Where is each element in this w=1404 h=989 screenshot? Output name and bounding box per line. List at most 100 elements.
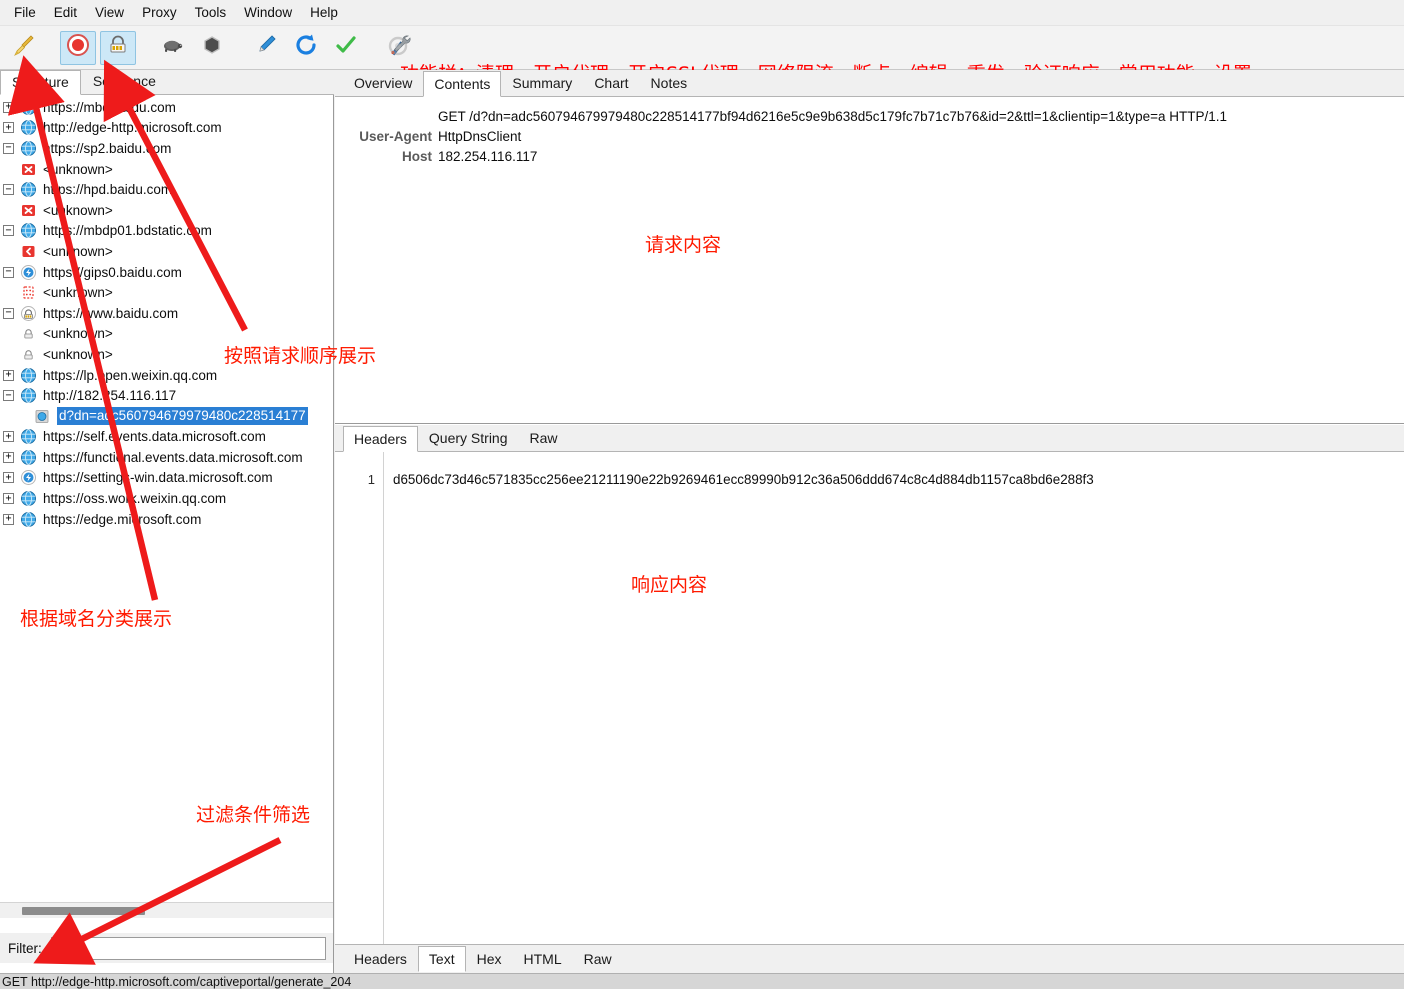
bolt-icon — [20, 264, 37, 281]
line-number-gutter: 1 — [335, 452, 384, 944]
expander-icon[interactable]: + — [3, 101, 14, 113]
tree-row[interactable]: <unknown> — [0, 282, 333, 303]
expander-icon[interactable]: + — [3, 513, 14, 525]
tree-row-label: <unknown> — [43, 161, 113, 177]
lock-small-icon — [20, 346, 37, 363]
error-x-icon — [20, 202, 37, 219]
filter-row: Filter: — [0, 933, 333, 963]
tree-row[interactable]: <unknown> — [0, 241, 333, 262]
globe-icon — [20, 119, 37, 136]
tree-row-label: https://sp2.baidu.com — [43, 140, 172, 156]
tree-row-label: https://edge.microsoft.com — [43, 511, 202, 527]
expander-icon[interactable]: + — [3, 493, 14, 505]
tree-row[interactable]: + https://oss.work.weixin.qq.com — [0, 488, 333, 509]
expander-icon[interactable]: + — [3, 122, 14, 134]
tree-row-label: <unknown> — [43, 346, 113, 362]
tab-structure[interactable]: Structure — [0, 70, 81, 95]
globe-icon — [20, 511, 37, 528]
tree-row[interactable]: − https://sp2.baidu.com — [0, 138, 333, 159]
sequence-annotation-label: 按照请求顺序展示 — [224, 345, 377, 367]
ssl-proxy-button[interactable] — [100, 30, 136, 65]
clear-button[interactable] — [6, 31, 42, 65]
tree-row-label: https://www.baidu.com — [43, 305, 179, 321]
tree-row[interactable]: + https://settings-win.data.microsoft.co… — [0, 468, 333, 489]
compose-button[interactable] — [248, 31, 284, 65]
expander-icon[interactable]: − — [3, 142, 14, 154]
repeat-button[interactable] — [288, 31, 324, 65]
expander-icon[interactable]: + — [3, 369, 14, 381]
header-row-user-agent: User-Agent HttpDnsClient — [335, 127, 1404, 147]
structure-annotation-label: 根据域名分类展示 — [20, 608, 173, 630]
response-body-pane: 1 d6506dc73d46c571835cc256ee21211190e22b… — [335, 452, 1404, 944]
menu-file[interactable]: File — [5, 2, 45, 23]
header-key: User-Agent — [359, 129, 432, 144]
globe-icon — [20, 449, 37, 466]
tree-row[interactable]: <unknown> — [0, 159, 333, 180]
throttle-button[interactable] — [154, 31, 190, 65]
globe-icon — [20, 367, 37, 384]
tab-sequence[interactable]: Sequence — [81, 69, 168, 94]
tree-row[interactable]: − https://hpd.baidu.com — [0, 179, 333, 200]
tree-row-selected[interactable]: d?dn=adc560794679979480c228514177 — [0, 406, 333, 427]
tree-row[interactable]: + https://edge.microsoft.com — [0, 509, 333, 530]
session-tree[interactable]: + https://mbd.baidu.com + http://edge-ht… — [0, 95, 333, 975]
record-button[interactable] — [60, 30, 96, 65]
header-value: HttpDnsClient — [438, 129, 522, 144]
tree-row[interactable]: − https://www.baidu.com — [0, 303, 333, 324]
tree-row-label: <unknown> — [43, 285, 113, 301]
menu-edit[interactable]: Edit — [45, 2, 86, 23]
tree-row[interactable]: + https://mbd.baidu.com — [0, 97, 333, 118]
tab-overview[interactable]: Overview — [343, 70, 423, 96]
expander-icon[interactable]: − — [3, 184, 14, 196]
right-panel: Overview Contents Summary Chart Notes GE… — [335, 70, 1404, 973]
tab-query-string[interactable]: Query String — [418, 425, 519, 451]
scrollbar-thumb[interactable] — [22, 907, 145, 915]
tab-raw[interactable]: Raw — [519, 425, 569, 451]
tab-contents[interactable]: Contents — [423, 71, 502, 97]
header-value: 182.254.116.117 — [438, 149, 538, 164]
expander-icon[interactable]: − — [3, 266, 14, 278]
filter-input[interactable] — [50, 936, 326, 960]
request-content-annotation: 请求内容 — [645, 234, 722, 256]
menu-tools[interactable]: Tools — [186, 2, 236, 23]
expander-icon[interactable]: − — [3, 225, 14, 237]
menu-bar: File Edit View Proxy Tools Window Help — [0, 0, 1404, 26]
tab-summary[interactable]: Summary — [501, 70, 583, 96]
tab-chart[interactable]: Chart — [583, 70, 639, 96]
tab-body-html[interactable]: HTML — [513, 946, 573, 972]
tree-row[interactable]: + https://functional.events.data.microso… — [0, 447, 333, 468]
tree-row[interactable]: − http://182.254.116.117 — [0, 385, 333, 406]
tree-row[interactable]: − https://mbdp01.bdstatic.com — [0, 221, 333, 242]
expander-icon[interactable]: + — [3, 472, 14, 484]
globe-icon — [20, 99, 37, 116]
lock-small-icon — [20, 325, 37, 342]
expander-icon[interactable]: + — [3, 431, 14, 443]
menu-window[interactable]: Window — [235, 2, 301, 23]
expander-icon[interactable]: − — [3, 390, 14, 402]
expander-icon[interactable]: + — [3, 451, 14, 463]
menu-help[interactable]: Help — [301, 2, 347, 23]
tab-headers[interactable]: Headers — [343, 426, 418, 452]
menu-proxy[interactable]: Proxy — [133, 2, 186, 23]
expander-icon[interactable]: − — [3, 307, 14, 319]
breakpoint-button[interactable] — [194, 31, 230, 65]
tab-body-hex[interactable]: Hex — [466, 946, 513, 972]
tree-row-label: https://functional.events.data.microsoft… — [43, 449, 303, 465]
tab-body-headers[interactable]: Headers — [343, 946, 418, 972]
validate-button[interactable] — [328, 31, 364, 65]
tree-row[interactable]: − https://gips0.baidu.com — [0, 262, 333, 283]
tab-body-text[interactable]: Text — [417, 946, 466, 972]
tab-body-raw[interactable]: Raw — [573, 946, 623, 972]
globe-icon — [20, 181, 37, 198]
page-icon — [34, 408, 51, 425]
tree-row-label: https://oss.work.weixin.qq.com — [43, 491, 227, 507]
tree-row[interactable]: <unknown> — [0, 200, 333, 221]
status-bar-text: GET http://edge-http.microsoft.com/capti… — [2, 975, 352, 989]
menu-view[interactable]: View — [86, 2, 133, 23]
tree-row[interactable]: + http://edge-http.microsoft.com — [0, 118, 333, 139]
tree-row[interactable]: + https://self.events.data.microsoft.com — [0, 427, 333, 448]
globe-icon — [20, 222, 37, 239]
tree-horizontal-scrollbar[interactable] — [0, 902, 333, 918]
request-headers-table: GET /d?dn=adc560794679979480c228514177bf… — [335, 107, 1404, 167]
tab-notes[interactable]: Notes — [640, 70, 699, 96]
